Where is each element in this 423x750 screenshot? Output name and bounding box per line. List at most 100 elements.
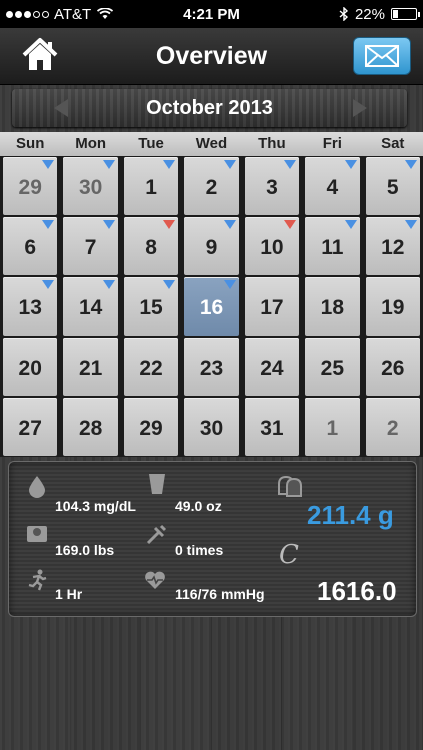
- weekday-label: Wed: [195, 135, 228, 152]
- calendar-day[interactable]: 27: [3, 397, 58, 456]
- calendar-day[interactable]: 5: [365, 157, 420, 216]
- calendar-day[interactable]: 30: [184, 397, 239, 456]
- battery-percent: 22%: [354, 5, 385, 23]
- day-number: 31: [260, 416, 284, 440]
- calendar-day[interactable]: 29: [3, 157, 58, 216]
- calendar-day[interactable]: 13: [3, 277, 58, 336]
- day-number: 3: [266, 176, 278, 200]
- bluetooth-icon: [339, 7, 348, 21]
- day-number: 14: [78, 296, 103, 320]
- calendar-day[interactable]: 23: [184, 337, 239, 396]
- blue-marker-icon: [102, 220, 115, 230]
- calendar-day[interactable]: 28: [63, 397, 118, 456]
- calendar-day[interactable]: 1: [305, 397, 360, 456]
- calendar-day[interactable]: 1: [123, 157, 179, 216]
- blue-marker-icon: [223, 220, 236, 230]
- blue-marker-icon: [404, 220, 417, 230]
- weekday-label: Sun: [16, 135, 45, 152]
- calendar-day[interactable]: 17: [244, 277, 300, 336]
- blue-marker-icon: [42, 160, 55, 169]
- weight-value: 169.0 lbs: [55, 542, 115, 558]
- calendar-day[interactable]: 14: [63, 277, 118, 336]
- calendar-day[interactable]: 24: [244, 337, 300, 396]
- day-number: 21: [78, 356, 103, 380]
- battery-icon: [391, 8, 420, 20]
- day-number: 29: [18, 176, 42, 200]
- calories-icon: C: [279, 540, 299, 570]
- blue-marker-icon: [102, 280, 115, 290]
- day-number: 10: [260, 236, 284, 260]
- red-marker-icon: [163, 220, 176, 230]
- day-number: 24: [260, 356, 284, 380]
- day-number: 19: [381, 296, 405, 320]
- calendar-day[interactable]: 25: [305, 337, 360, 396]
- blue-marker-icon: [42, 220, 55, 230]
- email-button[interactable]: [353, 37, 411, 75]
- day-number: 16: [199, 296, 224, 320]
- day-number: 13: [18, 296, 42, 320]
- calendar-day-selected[interactable]: 16: [184, 277, 239, 336]
- blue-marker-icon: [223, 160, 236, 169]
- calendar-day[interactable]: 12: [365, 217, 420, 276]
- day-number: 23: [199, 356, 224, 380]
- calendar-day[interactable]: 26: [365, 337, 420, 396]
- calendar-day[interactable]: 21: [63, 337, 118, 396]
- calendar-day[interactable]: 2: [365, 397, 420, 456]
- daily-summary-panel: 104.3 mg/dL 49.0 oz 211.4 g 169.0 lbs 0 …: [8, 461, 417, 617]
- calendar-day[interactable]: 11: [305, 217, 360, 276]
- month-label: October 2013: [146, 97, 273, 119]
- calendar-day[interactable]: 7: [63, 217, 118, 276]
- month-selector: October 2013: [12, 89, 407, 127]
- weekday-header: Sun Mon Tue Wed Thu Fri Sat: [0, 132, 423, 156]
- medication-value: 0 times: [175, 542, 224, 558]
- blue-marker-icon: [163, 160, 176, 169]
- signal-strength-icon: [6, 10, 49, 18]
- red-marker-icon: [284, 220, 297, 230]
- day-number: 18: [320, 296, 345, 320]
- calendar-day[interactable]: 9: [184, 217, 239, 276]
- day-number: 6: [24, 236, 37, 260]
- envelope-icon: [365, 45, 399, 67]
- next-month-arrow-icon[interactable]: [353, 99, 367, 117]
- day-number: 2: [205, 176, 218, 200]
- day-number: 1: [326, 416, 339, 440]
- day-grid: 29 30 1 2 3 4 5 6 7 8 9 10 11 12 13 14 15 16 17 18 19 20 21 22 2…: [0, 156, 423, 457]
- weekday-label: Fri: [322, 135, 342, 152]
- calendar-day[interactable]: 2: [184, 157, 239, 216]
- day-number: 5: [386, 176, 399, 200]
- calendar-day[interactable]: 4: [305, 157, 360, 216]
- calendar-day[interactable]: 20: [3, 337, 58, 396]
- calendar-day[interactable]: 10: [244, 217, 300, 276]
- calendar-day[interactable]: 19: [365, 277, 420, 336]
- day-number: 4: [326, 176, 339, 200]
- blue-marker-icon: [163, 280, 176, 290]
- carrier-label: AT&T: [54, 5, 92, 23]
- calendar-day[interactable]: 15: [123, 277, 179, 336]
- blue-marker-icon: [223, 280, 236, 290]
- calendar-day[interactable]: 31: [244, 397, 300, 456]
- weekday-label: Tue: [138, 135, 164, 152]
- day-number: 29: [139, 416, 163, 440]
- blood-drop-icon: [29, 476, 45, 498]
- weekday-label: Sat: [381, 135, 405, 152]
- status-bar: AT&T 4:21 PM 22%: [0, 0, 423, 28]
- weekday-label: Mon: [75, 135, 107, 152]
- day-number: 17: [260, 296, 284, 320]
- calendar-day[interactable]: 8: [123, 217, 179, 276]
- weekday-label: Thu: [258, 135, 286, 152]
- calendar-day[interactable]: 3: [244, 157, 300, 216]
- calendar-day[interactable]: 30: [63, 157, 118, 216]
- wifi-icon: [97, 8, 114, 19]
- weight-scale-icon: [27, 526, 47, 542]
- day-number: 7: [84, 236, 97, 260]
- calendar: Sun Mon Tue Wed Thu Fri Sat 29 30 1 2 3 4 5 6 7 8…: [0, 132, 423, 457]
- water-glass-icon: [149, 474, 165, 494]
- calendar-day[interactable]: 22: [123, 337, 179, 396]
- blue-marker-icon: [344, 220, 357, 230]
- day-number: 9: [205, 236, 218, 260]
- calendar-day[interactable]: 6: [3, 217, 58, 276]
- blue-marker-icon: [102, 160, 115, 169]
- blue-marker-icon: [42, 280, 55, 290]
- calendar-day[interactable]: 29: [123, 397, 179, 456]
- calendar-day[interactable]: 18: [305, 277, 360, 336]
